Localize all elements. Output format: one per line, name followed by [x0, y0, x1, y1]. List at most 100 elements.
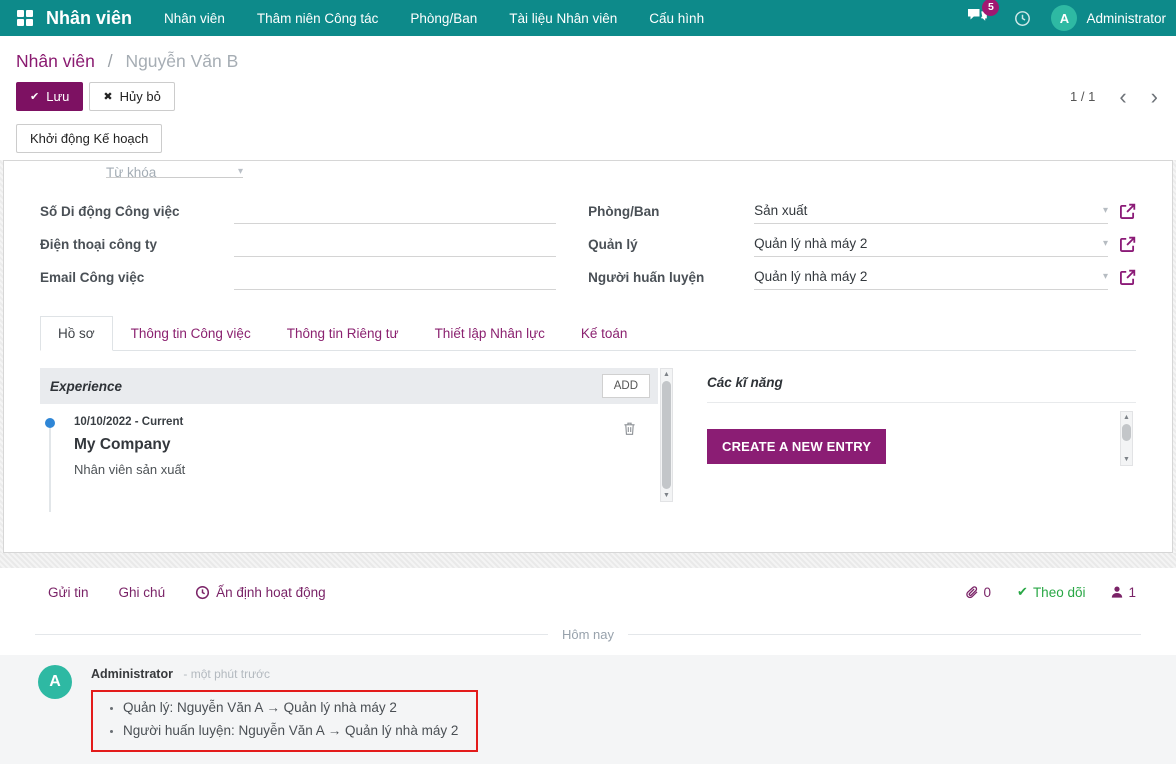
field-grid: Số Di động Công việc Điện thoại công ty … [40, 191, 1136, 290]
user-name: Administrator [1086, 11, 1166, 26]
field-label: Người huấn luyện [588, 270, 754, 290]
message-time: - một phút trước [183, 667, 270, 681]
schedule-activity-button[interactable]: Ấn định hoạt động [195, 585, 326, 600]
coach-select[interactable]: Quản lý nhà máy 2 ▾ [754, 264, 1108, 290]
tab-hr-settings[interactable]: Thiết lập Nhân lực [417, 316, 563, 351]
message-author[interactable]: Administrator [91, 667, 173, 681]
main-menu: Nhân viên Thâm niên Công tác Phòng/Ban T… [164, 11, 704, 26]
send-message-button[interactable]: Gửi tin [48, 585, 89, 600]
manager-external-link-icon[interactable] [1119, 236, 1136, 257]
scrollbar-thumb[interactable] [1122, 424, 1131, 441]
work-mobile-input[interactable] [234, 200, 556, 224]
work-email-input[interactable] [234, 266, 556, 290]
menu-item-seniority[interactable]: Thâm niên Công tác [257, 11, 379, 26]
create-skill-button[interactable]: CREATE A NEW ENTRY [707, 429, 886, 464]
paperclip-icon [965, 585, 979, 600]
tab-work-info[interactable]: Thông tin Công việc [113, 316, 269, 351]
close-icon: ✖ [103, 90, 112, 103]
sheet-bottom-band [0, 553, 1176, 568]
chevron-down-icon: ▾ [1103, 271, 1108, 282]
experience-panel: Experience ADD 10/10/2022 - Current My C… [40, 368, 673, 502]
pager-previous-icon[interactable]: ‹ [1119, 89, 1126, 105]
top-navbar: Nhân viên Nhân viên Thâm niên Công tác P… [0, 0, 1176, 36]
user-menu[interactable]: A Administrator [1051, 5, 1166, 31]
save-button[interactable]: ✔ Lưu [16, 82, 83, 111]
timeline-dot-icon [45, 418, 55, 428]
keyword-placeholder: Từ khóa [106, 165, 156, 178]
activities-clock-icon[interactable] [1014, 10, 1031, 27]
field-work-email: Email Công việc [40, 257, 556, 290]
timeline-line [49, 428, 51, 512]
experience-scrollbar[interactable]: ▲ ▼ [660, 368, 673, 502]
messages-button[interactable]: 5 [967, 8, 988, 29]
menu-item-configuration[interactable]: Cấu hình [649, 11, 704, 26]
control-panel-secondary: Khởi động Kế hoạch [0, 111, 1176, 153]
scroll-down-icon[interactable]: ▼ [1123, 454, 1130, 465]
scrollbar-thumb[interactable] [662, 381, 671, 489]
coach-external-link-icon[interactable] [1119, 269, 1136, 290]
form-sheet-wrap: Từ khóa ▾ Số Di động Công việc Điện thoạ… [0, 160, 1176, 553]
check-icon: ✔ [30, 90, 39, 103]
menu-item-departments[interactable]: Phòng/Ban [410, 11, 477, 26]
skills-title: Các kĩ năng [707, 375, 1136, 403]
pager-next-icon[interactable]: › [1151, 89, 1158, 105]
scroll-down-icon[interactable]: ▼ [663, 490, 670, 501]
log-note-button[interactable]: Ghi chú [119, 585, 166, 600]
department-external-link-icon[interactable] [1119, 203, 1136, 224]
pager-counter: 1 / 1 [1070, 89, 1095, 104]
scroll-up-icon[interactable]: ▲ [1123, 412, 1130, 423]
discard-button[interactable]: ✖ Hủy bỏ [89, 82, 174, 111]
tab-private-info[interactable]: Thông tin Riêng tư [269, 316, 417, 351]
delete-entry-button[interactable] [623, 421, 636, 441]
skills-scrollbar[interactable]: ▲ ▼ [1120, 411, 1133, 466]
person-icon [1111, 586, 1123, 598]
keyword-field[interactable]: Từ khóa ▾ [106, 161, 243, 178]
experience-header: Experience ADD [40, 368, 658, 404]
field-label: Email Công việc [40, 270, 198, 290]
menu-item-employees[interactable]: Nhân viên [164, 11, 225, 26]
control-panel-actions: ✔ Lưu ✖ Hủy bỏ 1 / 1 ‹ › [0, 72, 1176, 111]
app-title: Nhân viên [46, 8, 132, 29]
chevron-down-icon: ▾ [238, 166, 243, 177]
tab-accounting[interactable]: Kế toán [563, 316, 646, 351]
apps-menu-icon[interactable] [17, 10, 33, 26]
message-header: Administrator - một phút trước [91, 665, 478, 683]
tab-content: Experience ADD 10/10/2022 - Current My C… [40, 368, 1136, 502]
attachments-count: 0 [984, 585, 992, 600]
trash-icon [623, 421, 636, 436]
field-department: Phòng/Ban Sản xuất ▾ [588, 191, 1136, 224]
department-select[interactable]: Sản xuất ▾ [754, 198, 1108, 224]
field-label: Phòng/Ban [588, 204, 754, 224]
experience-dates: 10/10/2022 - Current [74, 416, 633, 428]
work-phone-input[interactable] [234, 233, 556, 257]
user-avatar: A [1051, 5, 1077, 31]
following-button[interactable]: ✔ Theo dõi [1017, 584, 1085, 600]
messages-badge: 5 [982, 0, 999, 16]
chatter-toolbar: Gửi tin Ghi chú Ấn định hoạt động 0 ✔ Th… [0, 568, 1176, 600]
experience-add-button[interactable]: ADD [602, 374, 650, 398]
breadcrumb-parent[interactable]: Nhân viên [16, 51, 95, 71]
tab-resume[interactable]: Hồ sơ [40, 316, 113, 351]
menu-item-documents[interactable]: Tài liệu Nhân viên [509, 11, 617, 26]
notebook-tabs: Hồ sơ Thông tin Công việc Thông tin Riên… [40, 316, 1136, 351]
message-avatar: A [38, 665, 72, 699]
chevron-down-icon: ▾ [1103, 205, 1108, 216]
field-coach: Người huấn luyện Quản lý nhà máy 2 ▾ [588, 257, 1136, 290]
tracked-change-manager: Quản lý: Nguyễn Văn A → Quản lý nhà máy … [123, 697, 458, 720]
launch-plan-button[interactable]: Khởi động Kế hoạch [16, 124, 162, 153]
breadcrumb-separator: / [108, 51, 113, 71]
field-label: Số Di động Công việc [40, 204, 198, 224]
chevron-down-icon: ▾ [1103, 238, 1108, 249]
experience-title: Experience [50, 379, 122, 394]
experience-role: Nhân viên sản xuất [74, 462, 633, 477]
breadcrumb-current: Nguyễn Văn B [125, 51, 238, 71]
field-label: Quản lý [588, 237, 754, 257]
manager-select[interactable]: Quản lý nhà máy 2 ▾ [754, 231, 1108, 257]
skills-panel: Các kĩ năng CREATE A NEW ENTRY ▲ ▼ [707, 368, 1136, 502]
chatter-message[interactable]: A Administrator - một phút trước Quản lý… [0, 655, 1176, 764]
followers-button[interactable]: 1 [1111, 585, 1136, 600]
attachments-button[interactable]: 0 [965, 585, 992, 600]
scroll-up-icon[interactable]: ▲ [663, 369, 670, 380]
experience-company[interactable]: My Company [74, 436, 633, 454]
tracked-change-coach: Người huấn luyện: Nguyễn Văn A → Quản lý… [123, 720, 458, 743]
